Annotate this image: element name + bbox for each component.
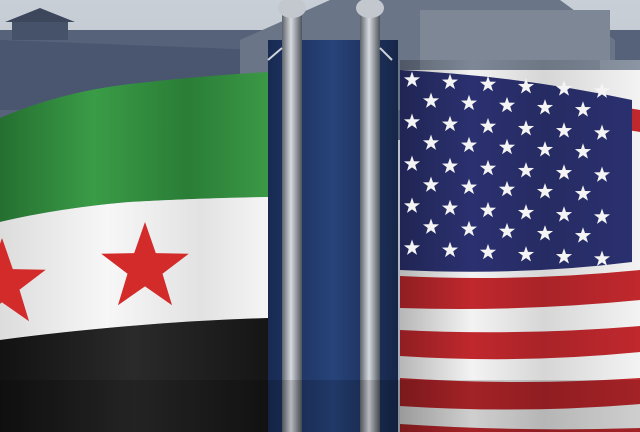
photo-illustration xyxy=(0,0,640,432)
photo-scene xyxy=(0,0,640,432)
left-pole xyxy=(282,8,302,432)
right-pole xyxy=(360,8,380,432)
syrian-revolution-flag xyxy=(0,72,268,432)
caption-text xyxy=(0,418,640,432)
united-states-flag xyxy=(400,60,640,432)
